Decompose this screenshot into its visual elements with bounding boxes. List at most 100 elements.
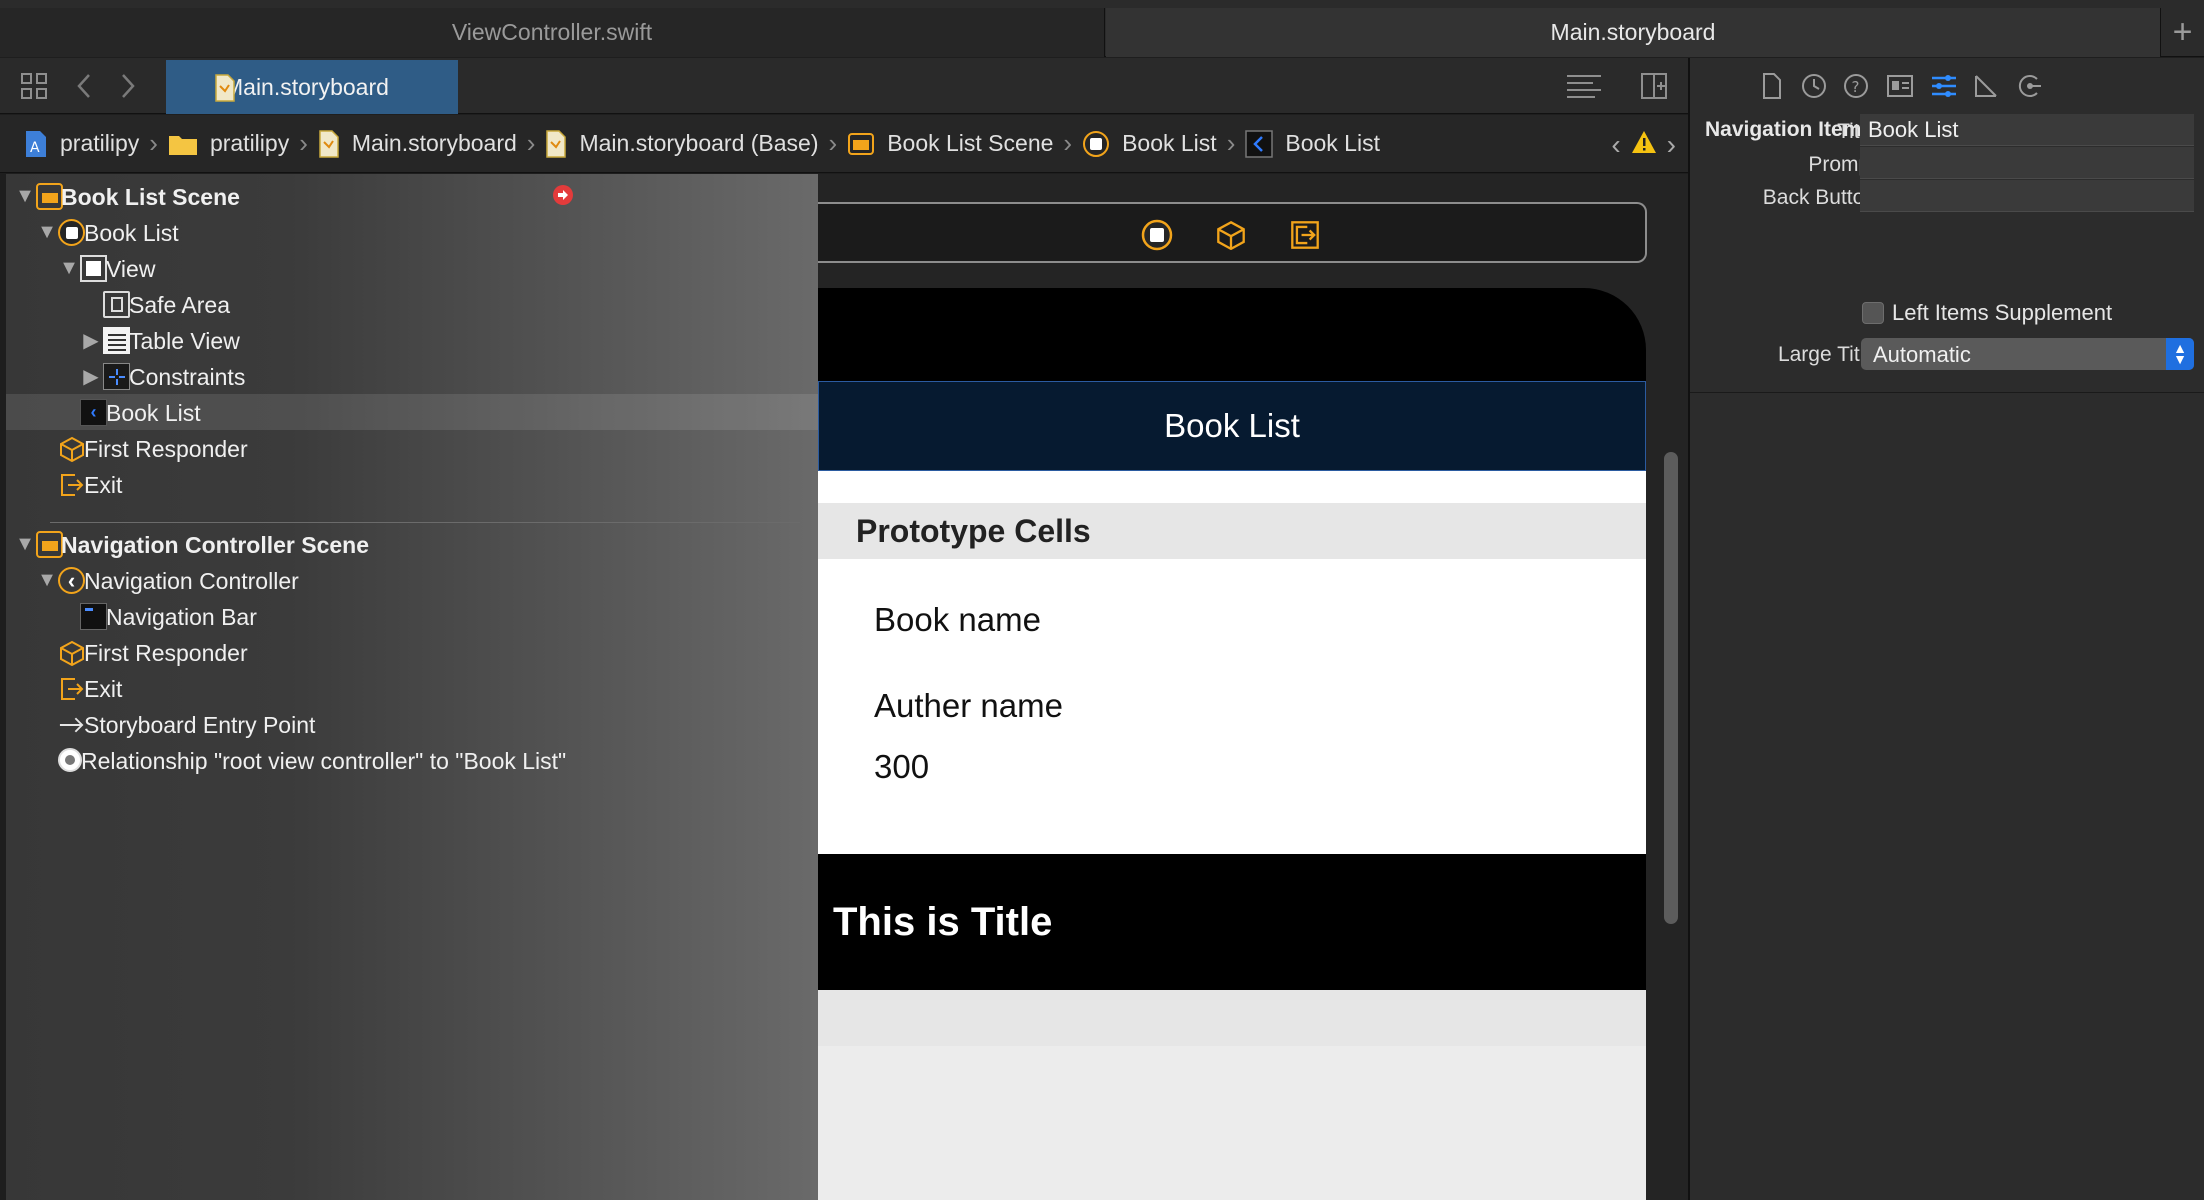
outline-label: Exit: [84, 676, 123, 702]
add-tab-icon[interactable]: +: [2160, 8, 2204, 57]
outline-label: View: [106, 256, 156, 282]
table-view[interactable]: Prototype Cells Book name Auther name 30…: [818, 471, 1646, 1200]
relationship-segue-icon: [58, 748, 82, 772]
outline-safe-area[interactable]: Safe Area: [6, 286, 818, 322]
warning-icon[interactable]: [1631, 129, 1657, 161]
first-responder-cube-icon: [58, 435, 85, 462]
history-inspector-icon[interactable]: [1798, 70, 1830, 102]
outline-table-view[interactable]: ▶ Table View: [6, 322, 818, 358]
table-header-view[interactable]: This is Title: [818, 854, 1646, 990]
tab-main-storyboard[interactable]: Main.storyboard: [1106, 8, 2160, 57]
disclosure-triangle-icon[interactable]: ▼: [15, 185, 35, 207]
outline-relationship[interactable]: Relationship "root view controller" to "…: [6, 742, 818, 778]
next-issue-icon[interactable]: ›: [1667, 129, 1676, 161]
view-icon: [80, 255, 107, 282]
large-title-select[interactable]: Automatic ▲ ▼: [1861, 338, 2194, 370]
breadcrumb-view-controller-label: Book List: [1122, 130, 1217, 156]
table-view-cell[interactable]: Book name Auther name 300: [818, 559, 1646, 854]
breadcrumb-storyboard-base[interactable]: Main.storyboard (Base) ›: [545, 128, 847, 159]
outline-book-list-scene[interactable]: ▼ Book List Scene: [6, 178, 818, 214]
editor-tab-main-storyboard[interactable]: Main.storyboard: [166, 60, 458, 114]
exit-icon[interactable]: [1288, 218, 1321, 251]
large-title-value: Automatic: [1873, 342, 1971, 367]
disclosure-triangle-collapsed-icon[interactable]: ▶: [82, 366, 100, 388]
outline-view[interactable]: ▼ View: [6, 250, 818, 286]
outline-label: Navigation Controller: [84, 568, 299, 594]
storyboard-canvas[interactable]: Book List Prototype Cells Book name Auth…: [818, 174, 1688, 1200]
breadcrumb-storyboard[interactable]: Main.storyboard ›: [318, 128, 546, 159]
breadcrumb-scene[interactable]: Book List Scene ›: [847, 128, 1082, 159]
outline-label: Safe Area: [129, 292, 231, 318]
tab-viewcontroller-swift[interactable]: ViewController.swift: [0, 8, 1105, 57]
navigation-item-icon: ‹: [80, 399, 107, 426]
outline-exit-2[interactable]: Exit: [6, 670, 818, 706]
outline-first-responder-2[interactable]: First Responder: [6, 634, 818, 670]
inspector-tab-bar: ?: [1690, 58, 2204, 114]
outline-exit[interactable]: Exit: [6, 466, 818, 502]
breadcrumb-view-controller[interactable]: Book List ›: [1082, 128, 1245, 159]
chevron-right-icon: ›: [1226, 128, 1236, 158]
outline-label: First Responder: [84, 436, 248, 462]
identity-inspector-icon[interactable]: [1884, 70, 1916, 102]
outline-navigation-item[interactable]: ‹ Book List: [6, 394, 818, 430]
back-button-field[interactable]: [1860, 180, 2194, 212]
back-arrow-icon[interactable]: [72, 68, 96, 104]
view-controller-icon: [58, 219, 85, 246]
connections-inspector-icon[interactable]: [2014, 70, 2046, 102]
header-title-label[interactable]: This is Title: [833, 900, 1052, 945]
disclosure-triangle-icon[interactable]: ▼: [37, 221, 57, 243]
outline-label: Navigation Controller Scene: [61, 532, 370, 558]
outline-label: Book List: [106, 400, 201, 426]
storyboard-file-icon: [318, 129, 340, 158]
outline-label: Table View: [129, 328, 240, 354]
disclosure-triangle-collapsed-icon[interactable]: ▶: [82, 330, 100, 352]
disclosure-triangle-icon[interactable]: ▼: [15, 533, 35, 555]
breadcrumb-navigation-item-label: Book List: [1285, 130, 1380, 156]
related-items-grid-icon[interactable]: [18, 70, 50, 102]
disclosure-triangle-icon[interactable]: ▼: [59, 257, 79, 279]
previous-issue-icon[interactable]: ‹: [1611, 129, 1620, 161]
outline-constraints[interactable]: ▶ Constraints: [6, 358, 818, 394]
disclosure-triangle-icon[interactable]: ▼: [37, 569, 57, 591]
outline-navigation-controller[interactable]: ▼ ‹ Navigation Controller: [6, 562, 818, 598]
first-responder-cube-icon: [58, 639, 85, 666]
breadcrumb-folder[interactable]: pratilipy ›: [168, 128, 318, 159]
view-controller-icon[interactable]: [1140, 218, 1173, 251]
chevron-right-icon: ›: [526, 128, 536, 158]
book-name-label[interactable]: Book name: [874, 601, 1041, 639]
size-inspector-icon[interactable]: [1970, 70, 2002, 102]
attributes-inspector-icon[interactable]: [1928, 70, 1960, 102]
breadcrumb-project[interactable]: A pratilipy ›: [24, 128, 168, 159]
outline-label: Navigation Bar: [106, 604, 257, 630]
outline-first-responder[interactable]: First Responder: [6, 430, 818, 466]
project-icon: A: [24, 130, 48, 158]
breadcrumb-navigation-item[interactable]: Book List: [1245, 129, 1380, 158]
breadcrumb-storyboard-base-label: Main.storyboard (Base): [579, 130, 819, 156]
prompt-field[interactable]: [1860, 147, 2194, 179]
title-field[interactable]: Book List: [1860, 114, 2194, 146]
outline-navigation-controller-scene[interactable]: ▼ Navigation Controller Scene: [6, 526, 818, 562]
navigation-bar[interactable]: Book List: [818, 381, 1646, 471]
number-label[interactable]: 300: [874, 748, 929, 786]
scene-icon: [847, 131, 875, 157]
editor-options-icon[interactable]: [1564, 70, 1604, 102]
outline-navigation-bar[interactable]: Navigation Bar: [6, 598, 818, 634]
breadcrumb-project-label: pratilipy: [60, 130, 140, 156]
navigation-title: Book List: [1164, 407, 1300, 444]
first-responder-cube-icon[interactable]: [1214, 218, 1247, 251]
forward-arrow-icon[interactable]: [116, 68, 140, 104]
outline-storyboard-entry-point[interactable]: Storyboard Entry Point: [6, 706, 818, 742]
outline-label: First Responder: [84, 640, 248, 666]
prototype-cells-header: Prototype Cells: [818, 503, 1646, 559]
attributes-inspector: ? Navigation Item Title Book List Prompt…: [1688, 58, 2204, 1200]
inspector-divider: [1690, 392, 2204, 393]
left-items-supplement-checkbox[interactable]: [1862, 302, 1884, 324]
outline-book-list-controller[interactable]: ▼ Book List: [6, 214, 818, 250]
error-indicator-icon[interactable]: [553, 185, 573, 205]
file-inspector-icon[interactable]: [1756, 70, 1788, 102]
canvas-vertical-scrollbar[interactable]: [1664, 452, 1678, 924]
author-name-label[interactable]: Auther name: [874, 687, 1063, 725]
outline-label: Relationship "root view controller" to "…: [81, 748, 567, 774]
add-editor-icon[interactable]: [1638, 70, 1670, 102]
quick-help-inspector-icon[interactable]: ?: [1840, 70, 1872, 102]
